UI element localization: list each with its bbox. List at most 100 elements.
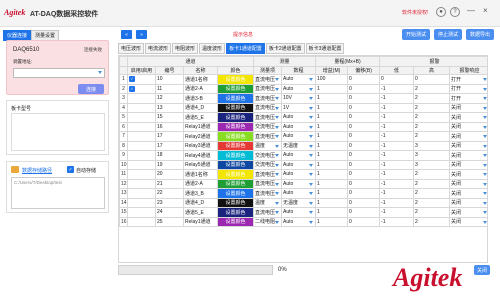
range-select[interactable]: Auto	[281, 188, 317, 199]
tab-card2-config[interactable]: 板卡2通道配置	[265, 43, 305, 54]
color-swatch[interactable]: 设置颜色	[216, 140, 255, 151]
high-input[interactable]: 3	[413, 140, 451, 151]
offset-input[interactable]: 0	[347, 150, 381, 161]
chevron-down-icon[interactable]	[98, 71, 102, 74]
high-input[interactable]: 0	[413, 74, 451, 85]
measure-select[interactable]: 直流电压	[253, 188, 283, 199]
range-select[interactable]: Auto	[281, 83, 317, 94]
folder-icon[interactable]	[11, 166, 19, 173]
high-input[interactable]: 2	[413, 207, 451, 218]
range-select[interactable]: Auto	[281, 150, 317, 161]
offset-input[interactable]: 0	[347, 102, 381, 113]
enable-cell[interactable]: ✓	[127, 74, 156, 85]
offset-input[interactable]: 0	[347, 197, 381, 208]
prev-button[interactable]: «	[121, 30, 132, 39]
range-select[interactable]: Auto	[281, 169, 317, 180]
measure-select[interactable]: 交流电压	[253, 159, 283, 170]
enable-cell[interactable]	[127, 197, 156, 208]
offset-input[interactable]: 0	[347, 159, 381, 170]
color-swatch[interactable]: 设置颜色	[216, 178, 255, 189]
high-input[interactable]: 2	[413, 169, 451, 180]
high-input[interactable]: 2	[413, 121, 451, 132]
color-swatch[interactable]: 设置颜色	[216, 93, 255, 104]
range-select[interactable]: Auto	[281, 112, 317, 123]
channel-name[interactable]: 通道1名称	[183, 169, 218, 180]
offset-input[interactable]: 0	[347, 83, 381, 94]
enable-cell[interactable]	[127, 140, 156, 151]
alarm-response-select[interactable]: 打开	[449, 93, 487, 104]
color-swatch[interactable]: 设置颜色	[216, 169, 255, 180]
color-swatch[interactable]: 设置颜色	[216, 216, 255, 227]
low-input[interactable]: -1	[379, 169, 415, 180]
high-input[interactable]: 2	[413, 102, 451, 113]
channel-name[interactable]: 通道4_D	[183, 197, 218, 208]
channel-name[interactable]: 通道5_E	[183, 207, 218, 218]
save-path-link[interactable]: 数据存储路径	[22, 167, 52, 174]
offset-input[interactable]: 0	[347, 169, 381, 180]
export-data-button[interactable]: 数据导出	[466, 29, 495, 40]
channel-name[interactable]: 通道3_B	[183, 188, 218, 199]
enable-cell[interactable]	[127, 93, 156, 104]
enable-cell[interactable]: ✓	[127, 83, 156, 94]
close-window-icon[interactable]: ×	[483, 6, 488, 15]
alarm-response-select[interactable]: 关闭	[449, 216, 487, 227]
measure-select[interactable]: 直流电压	[253, 83, 283, 94]
range-select[interactable]: Auto	[281, 121, 317, 132]
gain-input[interactable]: 1	[315, 93, 349, 104]
measure-select[interactable]: 直流电压	[253, 207, 283, 218]
offset-input[interactable]: 0	[347, 188, 381, 199]
alarm-response-select[interactable]: 关闭	[449, 169, 487, 180]
channel-name[interactable]: Relay1通道	[183, 121, 218, 132]
offset-input[interactable]: 0	[347, 93, 381, 104]
connect-button[interactable]: 连接	[78, 84, 104, 94]
alarm-response-select[interactable]: 关闭	[449, 121, 487, 132]
range-select[interactable]: 无温度	[281, 197, 317, 208]
close-button[interactable]: 关闭	[474, 265, 490, 275]
color-swatch[interactable]: 设置颜色	[216, 121, 255, 132]
enable-cell[interactable]	[127, 131, 156, 142]
ip-address-input[interactable]	[13, 68, 105, 78]
enable-cell[interactable]	[127, 178, 156, 189]
low-input[interactable]: 0	[379, 74, 415, 85]
offset-input[interactable]: 0	[347, 140, 381, 151]
enable-cell[interactable]	[127, 112, 156, 123]
tab-card1-config[interactable]: 板卡1通道配置	[226, 43, 265, 54]
measure-select[interactable]: 交流电压	[253, 121, 283, 132]
enable-cell[interactable]	[127, 216, 156, 227]
check-icon[interactable]: ✓	[129, 76, 135, 83]
alarm-response-select[interactable]: 关闭	[449, 112, 487, 123]
low-input[interactable]: -1	[379, 207, 415, 218]
channel-name[interactable]: 通道5_E	[183, 112, 218, 123]
alarm-response-select[interactable]: 关闭	[449, 131, 487, 142]
minimize-icon[interactable]: —	[467, 6, 475, 15]
enable-cell[interactable]	[127, 188, 156, 199]
range-select[interactable]: Auto	[281, 207, 317, 218]
range-select[interactable]: Auto	[281, 178, 317, 189]
offset-input[interactable]: 0	[347, 112, 381, 123]
high-input[interactable]: 2	[413, 131, 451, 142]
low-input[interactable]: -1	[379, 178, 415, 189]
color-swatch[interactable]: 设置颜色	[216, 150, 255, 161]
high-input[interactable]: 2	[413, 197, 451, 208]
gain-input[interactable]: 1	[315, 102, 349, 113]
low-input[interactable]: -1	[379, 150, 415, 161]
gain-input[interactable]: 1	[315, 112, 349, 123]
enable-cell[interactable]	[127, 207, 156, 218]
channel-name[interactable]: Relay2通道	[183, 131, 218, 142]
offset-input[interactable]: 0	[347, 121, 381, 132]
gain-input[interactable]: 1	[315, 131, 349, 142]
offset-input[interactable]: 0	[347, 74, 381, 85]
channel-name[interactable]: 通道2-A	[183, 83, 218, 94]
measure-select[interactable]: 直流电压	[253, 178, 283, 189]
low-input[interactable]: -1	[379, 131, 415, 142]
alarm-response-select[interactable]: 关闭	[449, 102, 487, 113]
gain-input[interactable]: 1	[315, 159, 349, 170]
tab-voltage[interactable]: 电压波形	[118, 43, 145, 54]
range-select[interactable]: 10V	[281, 93, 317, 104]
gain-input[interactable]: 1	[315, 83, 349, 94]
tab-temperature[interactable]: 温度波形	[199, 43, 226, 54]
measure-select[interactable]: 直流电压	[253, 169, 283, 180]
offset-input[interactable]: 0	[347, 207, 381, 218]
measure-select[interactable]: 直流电压	[253, 112, 283, 123]
tab-current[interactable]: 电流波形	[145, 43, 172, 54]
